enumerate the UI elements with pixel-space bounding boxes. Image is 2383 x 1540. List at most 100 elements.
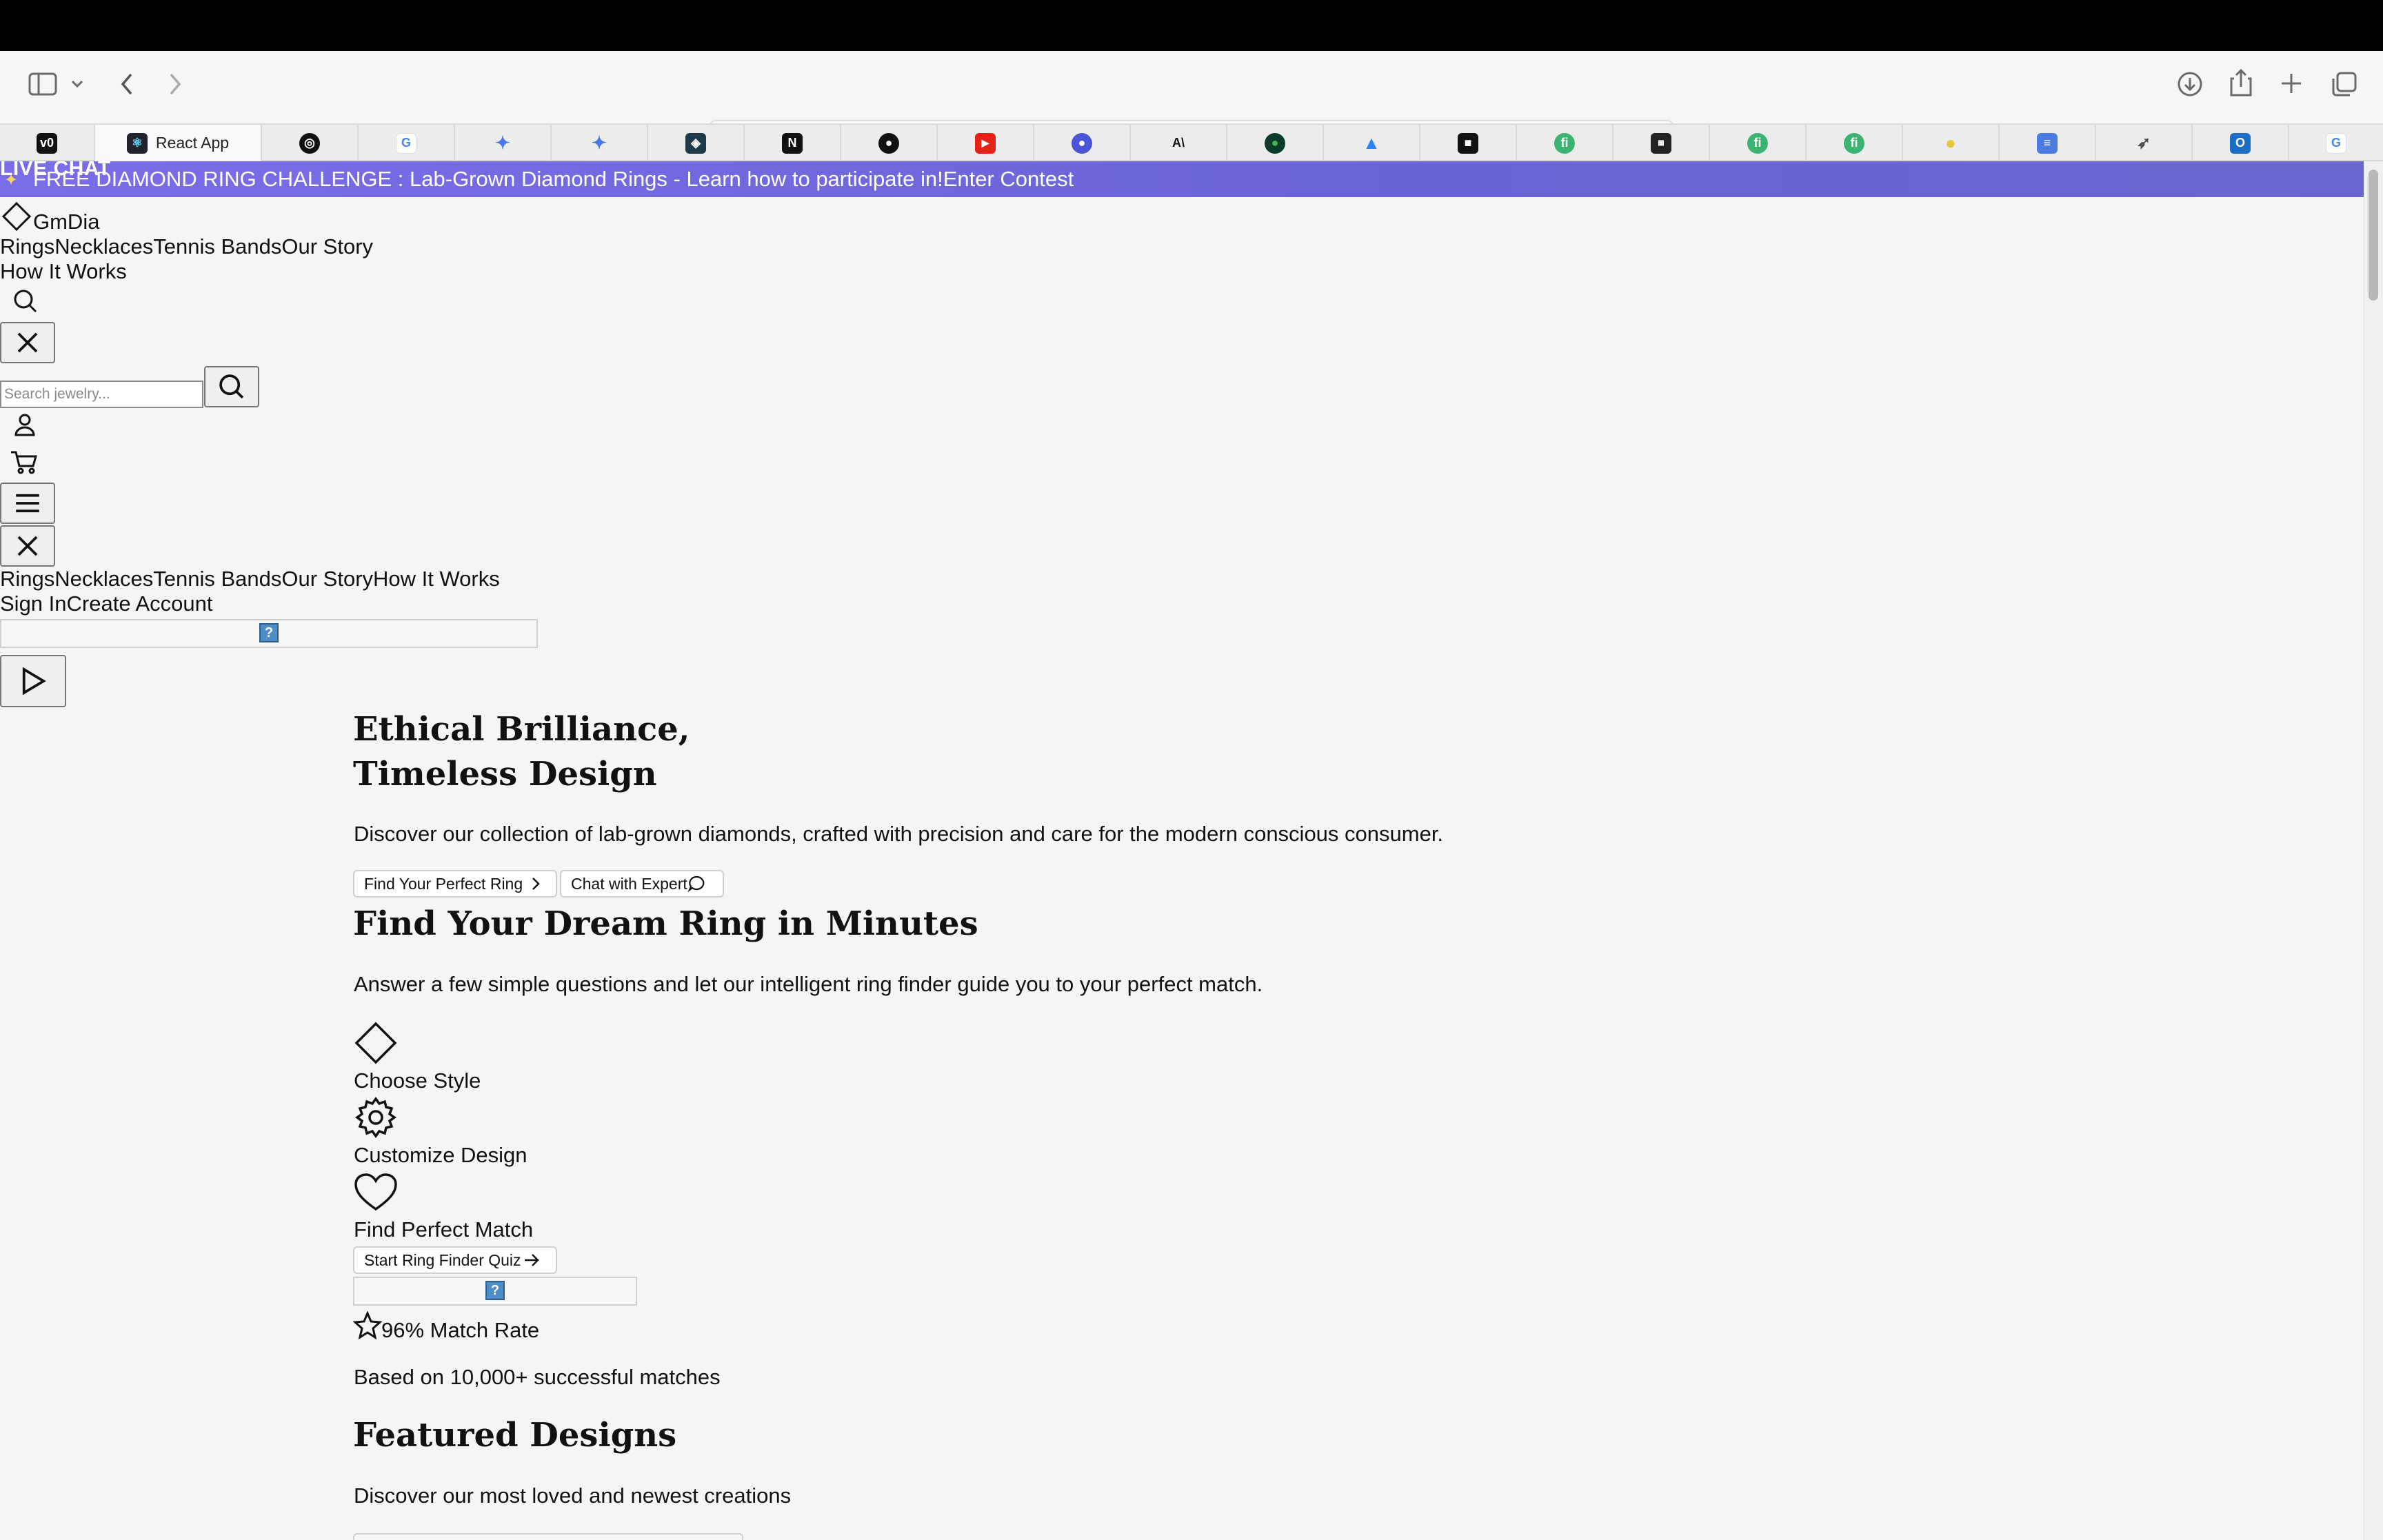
tab-docs[interactable]: ≡ (2000, 125, 2096, 161)
tab-google[interactable]: G (359, 125, 455, 161)
outlook-icon: O (2230, 132, 2251, 154)
arrow-right-icon (524, 1254, 539, 1266)
featured-title: Featured Designs (353, 1416, 677, 1455)
find-perfect-ring-button[interactable]: Find Your Perfect Ring (353, 870, 557, 898)
banner-text: FREE DIAMOND RING CHALLENGE : Lab-Grown … (33, 167, 1074, 191)
tab-gemini-2[interactable]: ✦ (552, 125, 648, 161)
tab-bird[interactable]: ➶ (2096, 125, 2193, 161)
search-input[interactable]: Search jewelry... (0, 381, 203, 408)
diamond-logo-icon[interactable] (1, 201, 32, 232)
promo-banner[interactable]: ✦ FREE DIAMOND RING CHALLENGE : Lab-Grow… (0, 161, 2364, 197)
share-icon[interactable] (2229, 68, 2253, 98)
find-perfect-ring-label: Find Your Perfect Ring (364, 874, 523, 893)
auth-links[interactable]: Sign InCreate Account (0, 591, 212, 616)
new-tab-icon[interactable] (2280, 72, 2303, 95)
featured-description: Discover our most loved and newest creat… (354, 1483, 792, 1508)
brand-name[interactable]: GmDia (33, 210, 99, 234)
tab-title: React App (155, 134, 230, 152)
tab-notion[interactable]: N (745, 125, 841, 161)
match-note: Based on 10,000+ successful matches (354, 1365, 721, 1389)
download-icon[interactable] (2176, 70, 2204, 98)
google-icon: G (2326, 132, 2346, 154)
web-page: ✦ FREE DIAMOND RING CHALLENGE : Lab-Grow… (0, 161, 2383, 1540)
diamond-icon (353, 1020, 399, 1066)
heart-icon (353, 1172, 399, 1213)
v0-icon: v0 (37, 132, 57, 154)
user-icon[interactable] (12, 412, 37, 437)
gemini-icon: ✦ (592, 132, 607, 153)
start-quiz-button[interactable]: Start Ring Finder Quiz (353, 1246, 557, 1274)
tab-club[interactable]: ▦ (1613, 125, 1710, 161)
tab-outlook[interactable]: O (2193, 125, 2289, 161)
tab-lemon[interactable]: ● (1903, 125, 2000, 161)
step-choose-style: Choose Style (354, 1068, 481, 1093)
tab-v0[interactable]: v0 (0, 125, 95, 161)
back-icon[interactable] (119, 72, 135, 97)
start-quiz-label: Start Ring Finder Quiz (364, 1250, 521, 1269)
scrollbar-thumb[interactable] (2369, 170, 2378, 301)
youtube-icon: ▶ (975, 132, 996, 154)
tab-atlassian[interactable]: ▲ (1324, 125, 1420, 161)
club-icon: ▦ (1651, 132, 1671, 154)
hero-title-line1: Ethical Brilliance, (353, 710, 690, 749)
google-icon: G (396, 132, 416, 154)
atlassian-icon: ▲ (1363, 132, 1380, 153)
react-icon: ⚛ (126, 132, 148, 154)
tab-openai[interactable]: ◎ (262, 125, 359, 161)
search-submit-button[interactable] (204, 366, 259, 407)
ring-finder-title: Find Your Dream Ring in Minutes (353, 904, 978, 943)
hero-title-line2: Timeless Design (353, 755, 657, 793)
tab-gemini-1[interactable]: ✦ (455, 125, 552, 161)
search-toggle-button[interactable] (0, 285, 48, 316)
bird-icon: ➶ (2136, 134, 2151, 152)
close-search-button[interactable] (0, 322, 55, 363)
ring-finder-image: ? (353, 1277, 637, 1306)
chat-bubble-icon (687, 875, 705, 893)
openai-icon: ◎ (299, 132, 320, 154)
hero-description: Discover our collection of lab-grown dia… (354, 822, 1444, 846)
broken-image-icon: ? (485, 1281, 505, 1300)
main-nav[interactable]: RingsNecklacesTennis BandsOur Story (0, 234, 373, 259)
tab-mongodb[interactable]: ● (1227, 125, 1324, 161)
tab-anthropic[interactable]: A\ (1131, 125, 1227, 161)
chat-with-expert-label: Chat with Expert (571, 874, 687, 893)
page-scrollbar[interactable] (2364, 161, 2383, 1540)
cursor-icon: ◈ (685, 132, 706, 154)
cart-icon[interactable] (10, 449, 39, 474)
fi-icon: fi (1554, 132, 1575, 154)
tab-react-app[interactable]: ⚛ React App (95, 125, 262, 161)
chevron-right-icon (532, 878, 540, 890)
fi-icon: fi (1844, 132, 1864, 154)
github-icon: ● (878, 132, 899, 154)
step-customize-design: Customize Design (354, 1143, 527, 1167)
notion-icon: N (782, 132, 803, 154)
tab-github[interactable]: ● (841, 125, 938, 161)
tab-fi-2[interactable]: fi (1710, 125, 1807, 161)
match-rate: 96% Match Rate (381, 1318, 540, 1342)
tab-youtube[interactable]: ▶ (938, 125, 1034, 161)
tab-fi-1[interactable]: fi (1517, 125, 1613, 161)
browser-toolbar: localhost (0, 51, 2383, 157)
gemini-icon: ✦ (495, 132, 510, 153)
screen-top-bar (0, 0, 2383, 51)
chevron-down-icon[interactable] (70, 79, 84, 90)
menu-button[interactable] (0, 483, 55, 524)
fi-icon: fi (1747, 132, 1768, 154)
nav-how-it-works[interactable]: How It Works (0, 259, 127, 284)
play-video-button[interactable] (0, 655, 66, 707)
ring-finder-description: Answer a few simple questions and let ou… (354, 972, 1263, 996)
mobile-nav[interactable]: RingsNecklacesTennis BandsOur StoryHow I… (0, 567, 500, 591)
tab-circle[interactable]: ● (1034, 125, 1131, 161)
sidebar-toggle-icon[interactable] (28, 72, 58, 97)
tab-square[interactable]: ■ (1420, 125, 1517, 161)
tab-google-2[interactable]: G (2289, 125, 2383, 161)
tab-fi-3[interactable]: fi (1807, 125, 1903, 161)
broken-image-icon: ? (259, 623, 279, 642)
chat-with-expert-button[interactable]: Chat with Expert (560, 870, 724, 898)
close-menu-button[interactable] (0, 525, 55, 567)
tab-cursor[interactable]: ◈ (648, 125, 745, 161)
live-chat-label[interactable]: LIVE CHAT (0, 161, 111, 181)
forward-icon[interactable] (167, 72, 183, 97)
tab-overview-icon[interactable] (2331, 70, 2358, 98)
hero-image: ? (0, 619, 538, 648)
